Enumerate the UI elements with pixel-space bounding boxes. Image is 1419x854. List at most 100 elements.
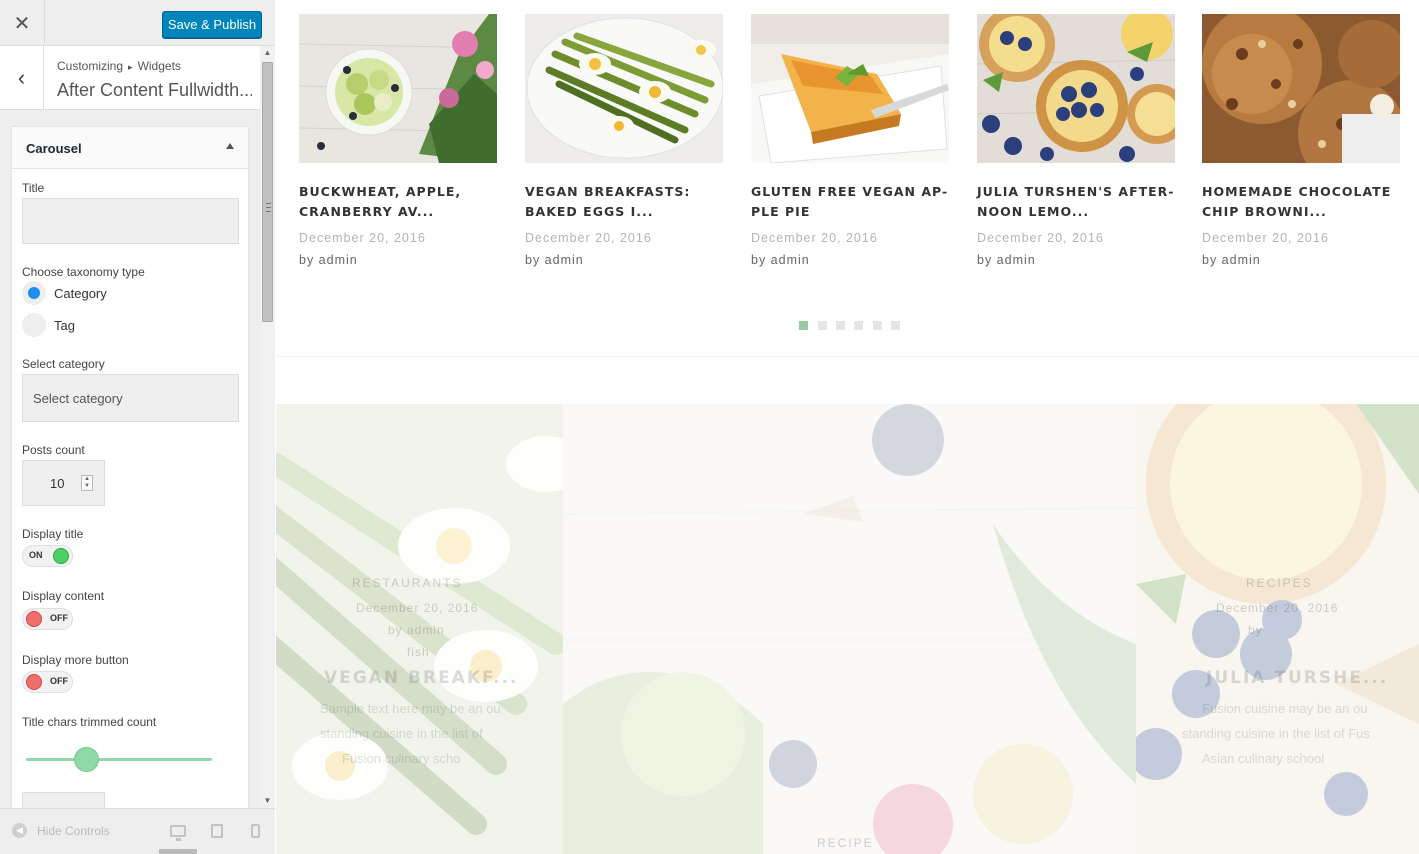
featured-excerpt-line: standing cuisine in the list of Fus bbox=[1182, 726, 1370, 741]
post-image[interactable] bbox=[977, 14, 1175, 163]
post-date[interactable]: December 20, 2016 bbox=[977, 231, 1104, 245]
pagination-dot[interactable] bbox=[854, 321, 863, 330]
spinner-arrows-icon[interactable]: ▲ ▼ bbox=[81, 475, 93, 491]
hide-controls-icon[interactable]: ◀ bbox=[12, 823, 27, 838]
featured-category[interactable]: RESTAURANTS bbox=[352, 576, 462, 590]
carousel-card[interactable]: VEGAN BREAKFASTS: BAKED EGGS I... Decemb… bbox=[525, 14, 723, 267]
collapse-arrow-icon[interactable] bbox=[226, 143, 234, 149]
featured-post-center[interactable]: RECIPE bbox=[563, 404, 1136, 854]
pagination-dot[interactable] bbox=[799, 321, 808, 330]
breadcrumb-separator: ▸ bbox=[128, 62, 133, 72]
save-publish-button[interactable]: Save & Publish bbox=[162, 11, 262, 38]
pagination-dot[interactable] bbox=[818, 321, 827, 330]
post-title[interactable]: VEGAN BREAKFASTS: BAKED EGGS I... bbox=[525, 182, 723, 222]
post-title[interactable]: BUCKWHEAT, APPLE, CRANBERRY AV... bbox=[299, 182, 497, 222]
post-author[interactable]: by admin bbox=[299, 253, 358, 267]
post-image[interactable] bbox=[299, 14, 497, 163]
scrollbar-grip-icon bbox=[266, 203, 271, 212]
carousel-card[interactable]: BUCKWHEAT, APPLE, CRANBERRY AV... Decemb… bbox=[299, 14, 497, 267]
back-arrow-icon[interactable]: ‹ bbox=[0, 46, 44, 110]
post-date[interactable]: December 20, 2016 bbox=[751, 231, 878, 245]
featured-post-left[interactable]: RESTAURANTS December 20, 2016 by admin f… bbox=[276, 404, 563, 854]
featured-author[interactable]: by bbox=[1248, 623, 1263, 637]
desktop-icon[interactable] bbox=[170, 825, 186, 841]
featured-tag[interactable]: fish bbox=[407, 645, 430, 659]
hide-controls-button[interactable]: Hide Controls bbox=[37, 824, 110, 838]
customizer-header: ✕ Save & Publish bbox=[0, 0, 275, 46]
site-preview: BUCKWHEAT, APPLE, CRANBERRY AV... Decemb… bbox=[276, 0, 1419, 854]
tablet-icon[interactable] bbox=[211, 824, 223, 838]
featured-author[interactable]: by admin bbox=[388, 623, 445, 637]
featured-date[interactable]: December 20, 2016 bbox=[1216, 601, 1338, 615]
post-title[interactable]: HOMEMADE CHOCOLATE CHIP BROWNI... bbox=[1202, 182, 1400, 222]
featured-excerpt-line: standing cuisine in the list of bbox=[320, 726, 483, 741]
toggle-knob bbox=[53, 548, 69, 564]
carousel-card[interactable]: GLUTEN FREE VEGAN AP-PLE PIE December 20… bbox=[751, 14, 949, 267]
breadcrumb-root: Customizing bbox=[57, 59, 124, 73]
featured-date[interactable]: December 20, 2016 bbox=[356, 601, 478, 615]
post-image[interactable] bbox=[1202, 14, 1400, 163]
carousel-card[interactable]: HOMEMADE CHOCOLATE CHIP BROWNI... Decemb… bbox=[1202, 14, 1400, 267]
title-input[interactable] bbox=[22, 198, 239, 244]
widget-header[interactable]: Carousel bbox=[12, 127, 248, 169]
pagination-dot[interactable] bbox=[891, 321, 900, 330]
featured-excerpt-line: Sample text here may be an ou bbox=[320, 701, 501, 716]
title-label: Title bbox=[22, 181, 45, 195]
post-author[interactable]: by admin bbox=[977, 253, 1036, 267]
post-date[interactable]: December 20, 2016 bbox=[525, 231, 652, 245]
carousel-card[interactable]: JULIA TURSHEN'S AFTER-NOON LEMO... Decem… bbox=[977, 14, 1175, 267]
scrollbar-thumb[interactable] bbox=[262, 62, 273, 322]
taxonomy-label: Choose taxonomy type bbox=[22, 265, 145, 279]
category-select[interactable]: Select category bbox=[22, 374, 239, 422]
trim-count-input[interactable] bbox=[22, 792, 105, 808]
featured-post-right[interactable]: RECIPES December 20, 2016 by JULIA TURSH… bbox=[1136, 404, 1419, 854]
toggle-state-text: OFF bbox=[50, 676, 68, 686]
toggle-state-text: OFF bbox=[50, 613, 68, 623]
radio-category[interactable] bbox=[22, 281, 46, 305]
section-title: After Content Fullwidth... bbox=[57, 80, 252, 100]
post-author[interactable]: by admin bbox=[1202, 253, 1261, 267]
featured-posts-grid: RESTAURANTS December 20, 2016 by admin f… bbox=[276, 404, 1419, 854]
category-select-placeholder: Select category bbox=[33, 391, 123, 406]
trim-count-label: Title chars trimmed count bbox=[22, 715, 157, 729]
mobile-icon[interactable] bbox=[251, 824, 260, 838]
customizer-sidebar: ✕ Save & Publish ‹ Customizing ▸ Widgets A… bbox=[0, 0, 275, 854]
radio-category-label[interactable]: Category bbox=[54, 286, 107, 301]
toggle-knob bbox=[26, 674, 42, 690]
post-image[interactable] bbox=[525, 14, 723, 163]
display-more-label: Display more button bbox=[22, 653, 129, 667]
posts-count-stepper[interactable]: 10 ▲ ▼ bbox=[22, 460, 105, 506]
section-header: ‹ Customizing ▸ Widgets After Content Full… bbox=[0, 46, 260, 110]
display-content-toggle[interactable]: OFF bbox=[22, 608, 73, 630]
featured-category[interactable]: RECIPES bbox=[1246, 576, 1313, 590]
pagination-dot[interactable] bbox=[873, 321, 882, 330]
radio-tag[interactable] bbox=[22, 313, 46, 337]
post-author[interactable]: by admin bbox=[525, 253, 584, 267]
featured-category[interactable]: RECIPE bbox=[817, 836, 874, 850]
featured-title[interactable]: JULIA TURSHE... bbox=[1206, 668, 1388, 688]
close-icon[interactable]: ✕ bbox=[0, 0, 45, 46]
post-title[interactable]: JULIA TURSHEN'S AFTER-NOON LEMO... bbox=[977, 182, 1175, 222]
scroll-up-arrow-icon[interactable]: ▲ bbox=[260, 46, 275, 60]
sidebar-scrollbar[interactable]: ▲ ▼ bbox=[260, 46, 275, 808]
customizer-footer: ◀ Hide Controls bbox=[0, 808, 275, 854]
panel-fade-overlay bbox=[563, 404, 1136, 854]
post-date[interactable]: December 20, 2016 bbox=[1202, 231, 1329, 245]
pagination-dot[interactable] bbox=[836, 321, 845, 330]
category-label: Select category bbox=[22, 357, 105, 371]
post-image[interactable] bbox=[751, 14, 949, 163]
featured-title[interactable]: VEGAN BREAKF... bbox=[324, 668, 519, 688]
toggle-state-text: ON bbox=[29, 550, 43, 560]
breadcrumb-leaf: Widgets bbox=[137, 59, 181, 73]
panel-fade-overlay bbox=[1136, 404, 1419, 854]
trim-count-slider[interactable] bbox=[26, 758, 212, 761]
display-more-toggle[interactable]: OFF bbox=[22, 671, 73, 693]
radio-tag-label[interactable]: Tag bbox=[54, 318, 75, 333]
post-author[interactable]: by admin bbox=[751, 253, 810, 267]
slider-handle[interactable] bbox=[74, 747, 99, 772]
display-title-toggle[interactable]: ON bbox=[22, 545, 73, 567]
carousel-widget: Carousel Title Choose taxonomy type Cate… bbox=[11, 126, 249, 808]
post-date[interactable]: December 20, 2016 bbox=[299, 231, 426, 245]
post-title[interactable]: GLUTEN FREE VEGAN AP-PLE PIE bbox=[751, 182, 949, 222]
scroll-down-arrow-icon[interactable]: ▼ bbox=[260, 794, 275, 808]
